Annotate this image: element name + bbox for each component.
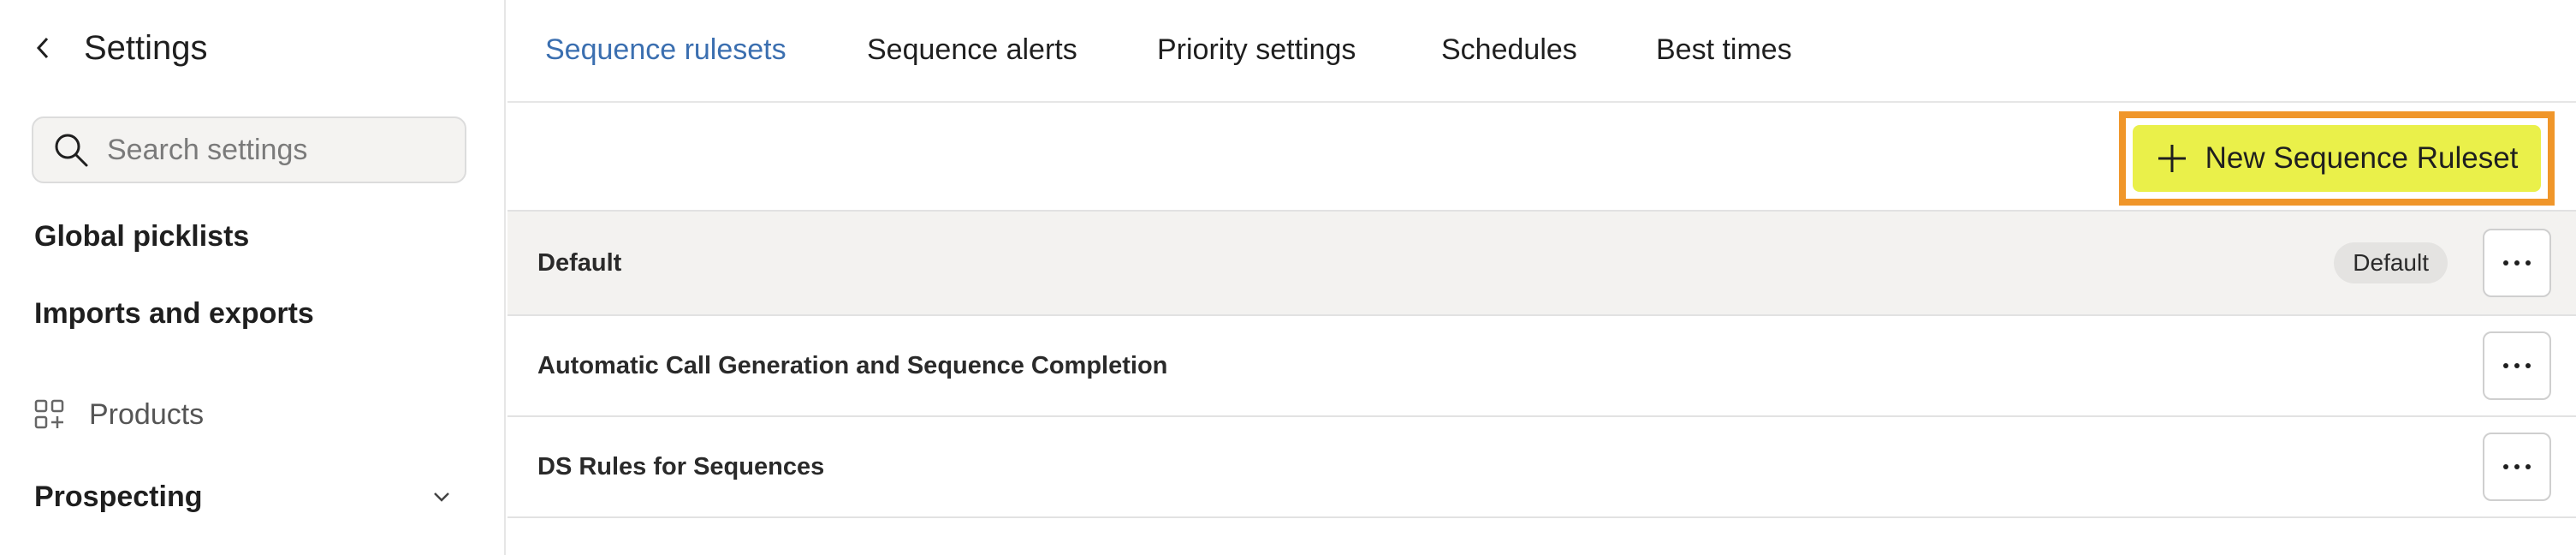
ruleset-row[interactable]: DS Rules for Sequences — [507, 417, 2576, 518]
sidebar-item-prospecting[interactable]: Prospecting — [34, 478, 454, 516]
tab-bar: Sequence rulesets Sequence alerts Priori… — [507, 0, 2576, 103]
settings-sidebar: Settings Global picklists Imports and ex… — [0, 0, 506, 555]
tab-sequence-alerts[interactable]: Sequence alerts — [867, 31, 1077, 69]
more-options-button[interactable] — [2483, 331, 2551, 400]
default-badge: Default — [2334, 242, 2448, 283]
search-icon — [55, 134, 88, 167]
more-horizontal-icon — [2503, 464, 2531, 469]
back-chevron-icon[interactable] — [34, 24, 65, 72]
new-button-label: New Sequence Ruleset — [2205, 141, 2519, 175]
main-content: Sequence rulesets Sequence alerts Priori… — [507, 0, 2576, 555]
search-box[interactable] — [32, 116, 466, 183]
sidebar-item-global-picklists[interactable]: Global picklists — [34, 218, 249, 255]
tab-schedules[interactable]: Schedules — [1441, 31, 1577, 69]
sidebar-item-label: Products — [89, 398, 205, 431]
chevron-down-icon — [434, 492, 449, 502]
ruleset-list: Default Default Automatic Call Generatio… — [507, 210, 2576, 518]
toolbar: New Sequence Ruleset — [507, 104, 2576, 209]
tab-priority-settings[interactable]: Priority settings — [1157, 31, 1356, 69]
new-sequence-ruleset-button[interactable]: New Sequence Ruleset — [2133, 125, 2541, 192]
tab-best-times[interactable]: Best times — [1656, 31, 1792, 69]
grid-plus-icon — [34, 399, 64, 429]
sidebar-title: Settings — [84, 29, 208, 67]
ruleset-name: Default — [537, 248, 622, 277]
sidebar-item-products[interactable]: Products — [34, 396, 204, 433]
more-options-button[interactable] — [2483, 229, 2551, 297]
sidebar-item-imports-exports[interactable]: Imports and exports — [34, 295, 314, 332]
more-horizontal-icon — [2503, 260, 2531, 266]
more-horizontal-icon — [2503, 363, 2531, 368]
ruleset-name: DS Rules for Sequences — [537, 452, 825, 480]
ruleset-row[interactable]: Default Default — [507, 210, 2576, 316]
sidebar-item-label: Prospecting — [34, 480, 203, 513]
ruleset-name: Automatic Call Generation and Sequence C… — [537, 351, 1168, 379]
sidebar-header: Settings — [34, 24, 208, 72]
new-ruleset-highlight: New Sequence Ruleset — [2119, 111, 2555, 206]
search-input[interactable] — [107, 133, 449, 167]
plus-icon — [2158, 145, 2186, 172]
tab-sequence-rulesets[interactable]: Sequence rulesets — [545, 31, 786, 69]
ruleset-row[interactable]: Automatic Call Generation and Sequence C… — [507, 316, 2576, 417]
more-options-button[interactable] — [2483, 433, 2551, 501]
